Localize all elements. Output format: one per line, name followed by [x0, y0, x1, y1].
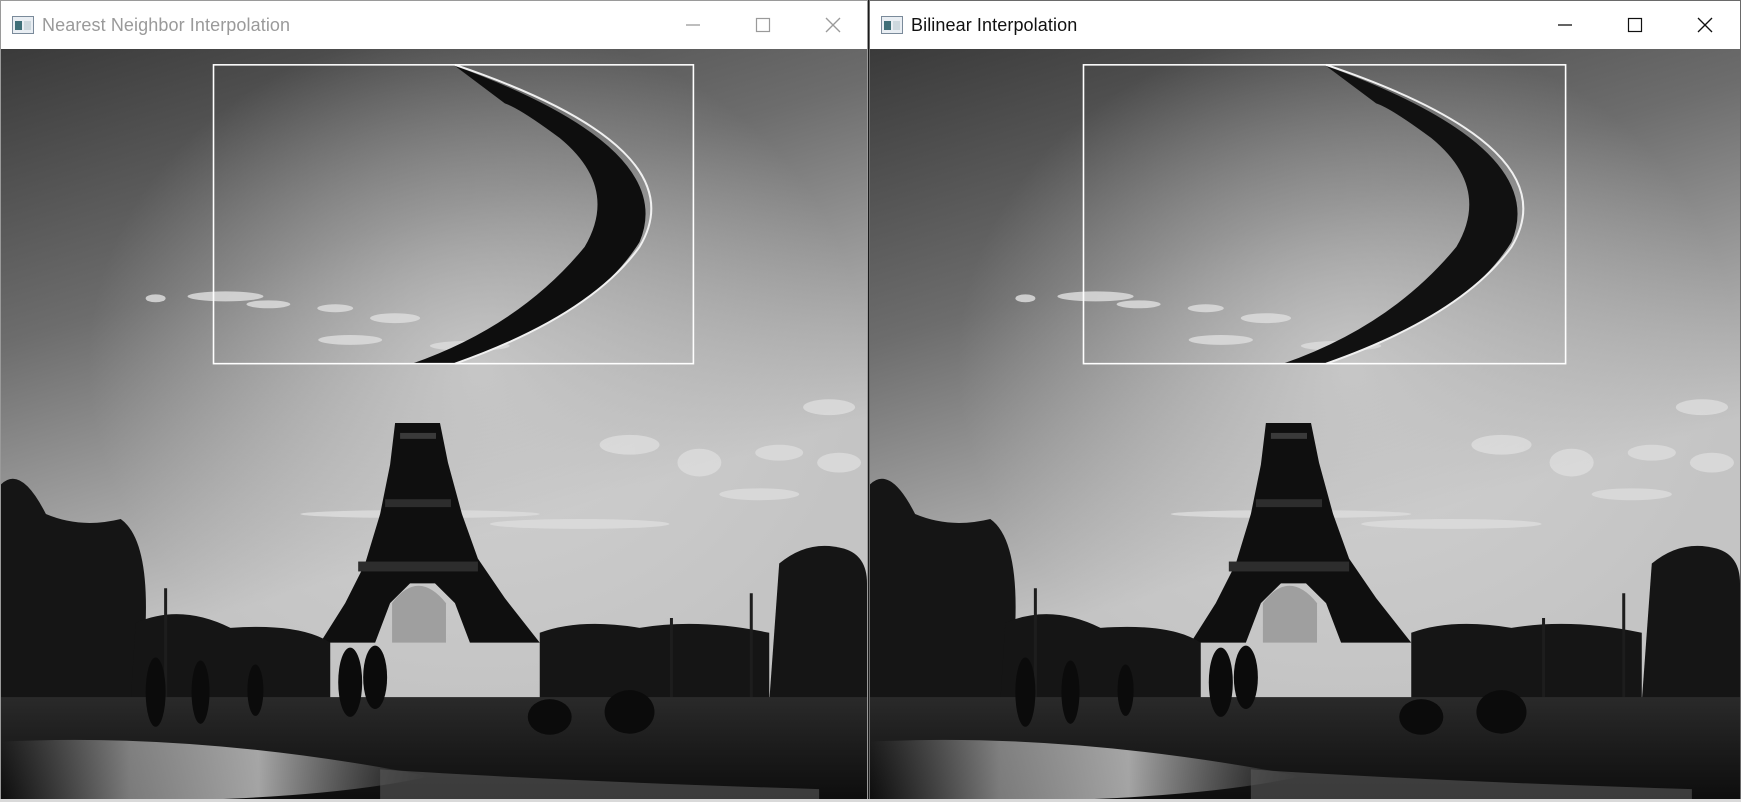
minimize-button[interactable] — [1530, 1, 1600, 49]
maximize-icon — [755, 17, 771, 33]
window-titlebar[interactable]: Nearest Neighbor Interpolation — [1, 1, 867, 49]
close-icon — [1697, 17, 1713, 33]
image-canvas[interactable] — [870, 49, 1740, 801]
minimize-button[interactable] — [658, 1, 728, 49]
opencv-window-icon — [12, 16, 34, 34]
window-title: Bilinear Interpolation — [911, 14, 1078, 35]
nearest-neighbor-window[interactable]: Nearest Neighbor Interpolation — [0, 0, 868, 802]
warped-eiffel-image — [870, 49, 1740, 801]
warped-eiffel-image — [1, 49, 867, 801]
maximize-button[interactable] — [728, 1, 798, 49]
maximize-icon — [1627, 17, 1643, 33]
minimize-icon — [686, 24, 700, 26]
close-icon — [825, 17, 841, 33]
bilinear-window[interactable]: Bilinear Interpolation — [869, 0, 1741, 802]
close-button[interactable] — [798, 1, 867, 49]
minimize-icon — [1558, 24, 1572, 26]
window-titlebar[interactable]: Bilinear Interpolation — [870, 1, 1740, 49]
maximize-button[interactable] — [1600, 1, 1670, 49]
window-title: Nearest Neighbor Interpolation — [42, 14, 291, 35]
close-button[interactable] — [1670, 1, 1740, 49]
opencv-window-icon — [881, 16, 903, 34]
image-canvas[interactable] — [1, 49, 867, 801]
